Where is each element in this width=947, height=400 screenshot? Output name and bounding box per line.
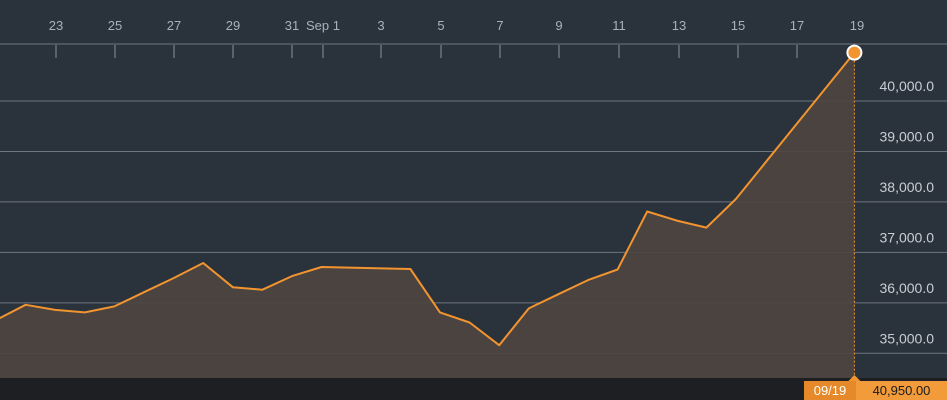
- x-tick-label: 25: [108, 18, 122, 33]
- y-tick-label: 39,000.0: [880, 128, 935, 144]
- x-tick-label: 27: [167, 18, 181, 33]
- x-tick-label: 5: [437, 18, 444, 33]
- y-tick-label: 40,000.0: [880, 78, 935, 94]
- x-tick-label: 11: [612, 18, 626, 33]
- x-tick-label: 31: [285, 18, 299, 33]
- x-tick-label: 15: [731, 18, 745, 33]
- x-tick-label: 17: [790, 18, 804, 33]
- stock-chart: 23 25 27 29 31 Sep 1 3 5 7 9 11 13 15 17 19 35,000.0 36,…: [0, 0, 947, 400]
- last-date-badge: 09/19: [804, 381, 856, 400]
- x-tick-label: 13: [672, 18, 686, 33]
- y-tick-label: 38,000.0: [880, 179, 935, 195]
- x-tick-label: 9: [555, 18, 562, 33]
- chart-svg: 23 25 27 29 31 Sep 1 3 5 7 9 11 13 15 17 19 35,000.0 36,…: [0, 18, 947, 400]
- x-tick-label: 29: [226, 18, 240, 33]
- y-tick-label: 37,000.0: [880, 229, 935, 245]
- x-tick-label: 23: [49, 18, 63, 33]
- x-tick-label: 7: [496, 18, 503, 33]
- x-tick-label: 19: [850, 18, 864, 33]
- y-tick-label: 36,000.0: [880, 280, 935, 296]
- y-tick-label: 35,000.0: [880, 330, 935, 346]
- x-tick-label: Sep 1: [306, 18, 340, 33]
- last-point-marker: [846, 44, 863, 61]
- last-value-badge: 40,950.00: [856, 381, 947, 400]
- x-tick-label: 3: [377, 18, 384, 33]
